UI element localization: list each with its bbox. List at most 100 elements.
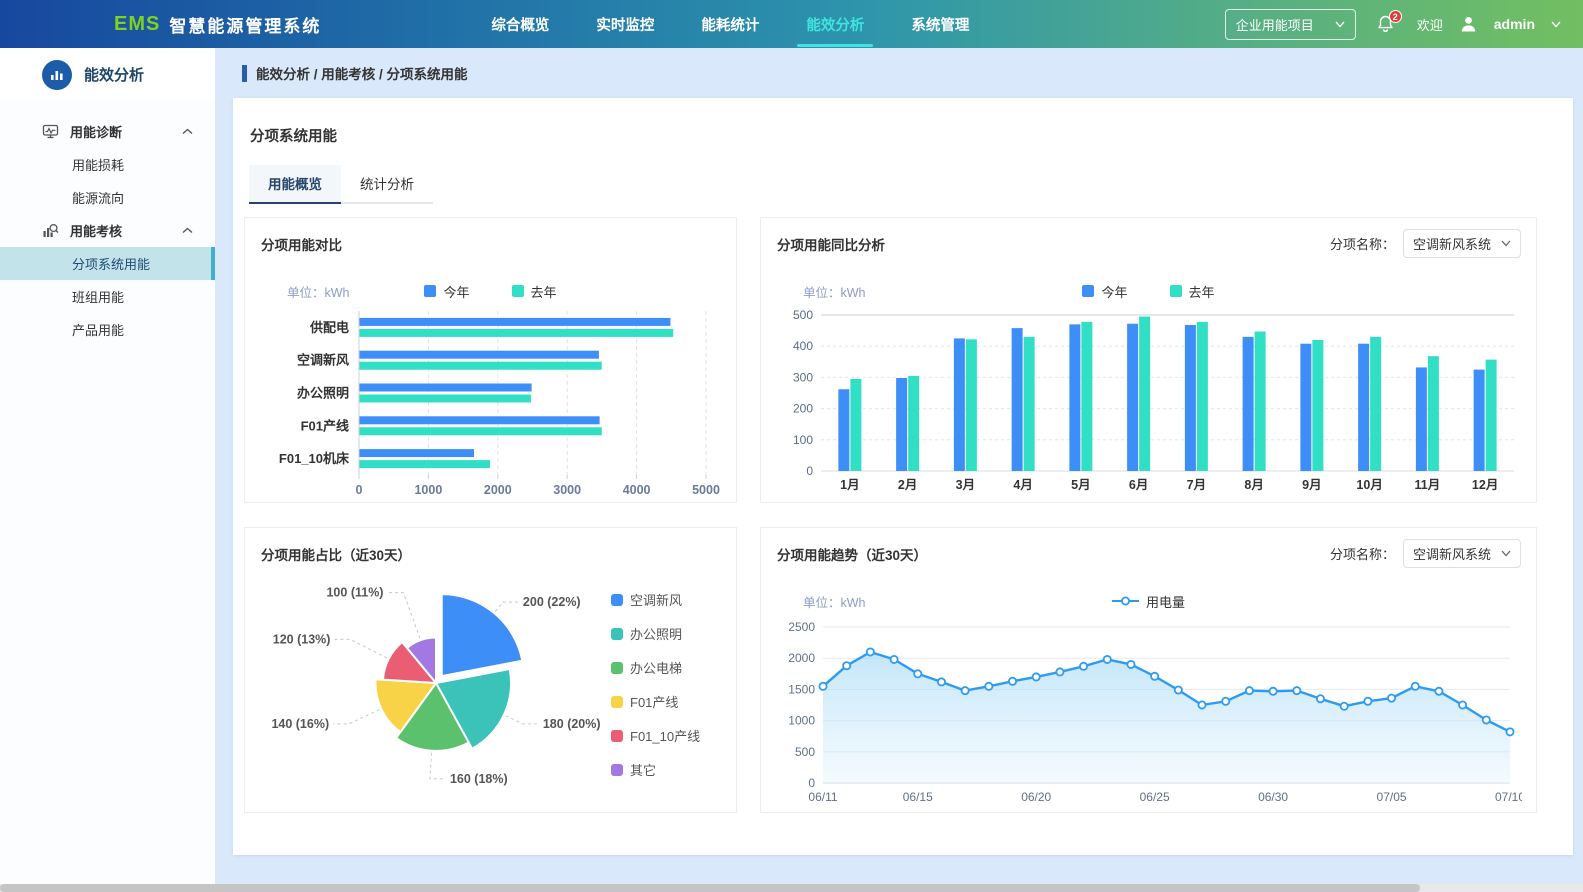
- sidebar-item-subsystem-energy[interactable]: 分项系统用能: [0, 247, 215, 280]
- legend-swatch: [512, 285, 524, 297]
- svg-text:12月: 12月: [1472, 478, 1498, 492]
- subitem-select[interactable]: 空调新风系统: [1403, 229, 1521, 258]
- logo-text: EMS: [114, 13, 160, 36]
- efficiency-analysis-icon: [42, 60, 72, 90]
- legend-label: 空调新风: [630, 590, 682, 609]
- notification-badge: 2: [1389, 10, 1402, 23]
- legend-swatch: [611, 662, 623, 674]
- project-select-value: 企业用能项目: [1236, 15, 1314, 34]
- app-logo: EMS 智慧能源管理系统: [114, 12, 321, 37]
- sidebar-group-label: 用能诊断: [70, 122, 122, 141]
- unit-label: 单位：kWh: [803, 282, 866, 301]
- project-select[interactable]: 企业用能项目: [1225, 9, 1356, 40]
- horizontal-scrollbar-thumb[interactable]: [0, 884, 1420, 892]
- svg-text:07/10: 07/10: [1495, 790, 1522, 804]
- nav-item-energy-stats[interactable]: 能耗统计: [701, 12, 759, 37]
- unit-label: 单位：kWh: [803, 592, 866, 611]
- svg-text:100 (11%): 100 (11%): [326, 586, 383, 600]
- svg-text:空调新风: 空调新风: [297, 353, 349, 368]
- chart-legend: 今年 去年: [1082, 282, 1214, 301]
- legend-electricity[interactable]: 用电量: [1112, 592, 1185, 611]
- svg-text:5月: 5月: [1071, 478, 1090, 492]
- legend-label: 用电量: [1146, 592, 1185, 611]
- sidebar-item-team-energy[interactable]: 班组用能: [0, 280, 215, 313]
- pie-legend: 空调新风办公照明办公电梯 F01产线 F01_10产线其它: [611, 568, 720, 801]
- pie-legend-item[interactable]: 其它: [611, 760, 720, 779]
- svg-text:1000: 1000: [414, 483, 442, 497]
- line-legend-marker-icon: [1112, 596, 1139, 606]
- sidebar-group-energy-diagnosis[interactable]: 用能诊断: [0, 115, 215, 148]
- svg-text:2000: 2000: [788, 651, 815, 665]
- select-label: 分项名称：: [1330, 544, 1395, 563]
- svg-text:06/15: 06/15: [903, 790, 933, 804]
- breadcrumb-text: 能效分析 / 用能考核 / 分项系统用能: [256, 63, 468, 83]
- pie-chart: 200 (22%)180 (20%)160 (18%)140 (16%)120 …: [261, 568, 611, 801]
- legend-swatch: [611, 730, 623, 742]
- svg-text:7月: 7月: [1187, 478, 1206, 492]
- panel-energy-compare: 分项用能对比 单位：kWh 今年 去年 010002000300: [244, 217, 737, 503]
- username[interactable]: admin: [1494, 16, 1535, 32]
- svg-text:140 (16%): 140 (16%): [271, 717, 329, 731]
- legend-label: F01产线: [630, 692, 678, 711]
- nav-item-efficiency-analysis[interactable]: 能效分析: [806, 12, 864, 37]
- svg-text:0: 0: [806, 464, 813, 478]
- tab-energy-overview[interactable]: 用能概览: [249, 165, 341, 204]
- legend-swatch: [611, 628, 623, 640]
- legend-label: 今年: [443, 282, 469, 301]
- legend-label: 去年: [531, 282, 557, 301]
- svg-text:4000: 4000: [623, 483, 651, 497]
- nav-item-realtime-monitor[interactable]: 实时监控: [596, 12, 654, 37]
- sidebar-item-energy-flow[interactable]: 能源流向: [0, 181, 215, 214]
- svg-text:1月: 1月: [840, 478, 859, 492]
- pie-legend-item[interactable]: F01产线: [611, 692, 720, 711]
- user-avatar-icon[interactable]: [1459, 15, 1478, 33]
- sidebar-item-energy-loss[interactable]: 用能损耗: [0, 148, 215, 181]
- chart-meta: 单位：kWh 用电量: [777, 591, 1520, 611]
- select-value: 空调新风系统: [1413, 544, 1491, 563]
- legend-label: 今年: [1101, 282, 1127, 301]
- legend-label: F01_10产线: [630, 726, 700, 745]
- subitem-select-group: 分项名称： 空调新风系统: [1330, 229, 1521, 258]
- svg-text:11月: 11月: [1415, 478, 1441, 492]
- panel-title: 分项用能对比: [261, 234, 720, 254]
- select-value: 空调新风系统: [1413, 234, 1491, 253]
- legend-label: 去年: [1189, 282, 1215, 301]
- panel-energy-trend: 分项用能趋势（近30天） 分项名称： 空调新风系统 单位：kWh: [760, 527, 1537, 813]
- sidebar-group-energy-assessment[interactable]: 用能考核: [0, 214, 215, 247]
- tab-bar: 用能概览 统计分析: [249, 165, 433, 204]
- notification-bell[interactable]: 2: [1376, 14, 1395, 34]
- line-chart: 0500100015002000250006/1106/1506/2006/25…: [777, 617, 1520, 814]
- chevron-down-icon: [1501, 240, 1511, 247]
- legend-this-year[interactable]: 今年: [424, 282, 469, 301]
- legend-last-year[interactable]: 去年: [1170, 282, 1215, 301]
- pie-legend-item[interactable]: 空调新风: [611, 590, 720, 609]
- legend-swatch: [611, 696, 623, 708]
- breadcrumb-accent-bar: [242, 65, 247, 82]
- legend-last-year[interactable]: 去年: [512, 282, 557, 301]
- svg-text:200 (22%): 200 (22%): [523, 595, 581, 609]
- horizontal-scrollbar[interactable]: [0, 884, 1583, 892]
- subitem-select[interactable]: 空调新风系统: [1403, 539, 1521, 568]
- nav-item-system-management[interactable]: 系统管理: [911, 12, 969, 37]
- vbar-chart: 01002003004005001月2月3月4月5月6月7月8月9月10月11月…: [777, 307, 1520, 502]
- panels-grid: 分项用能对比 单位：kWh 今年 去年 010002000300: [244, 217, 1537, 813]
- svg-text:4月: 4月: [1013, 478, 1032, 492]
- tab-statistical-analysis[interactable]: 统计分析: [341, 165, 433, 204]
- pie-legend-item[interactable]: 办公电梯: [611, 658, 720, 677]
- legend-label: 办公电梯: [630, 658, 682, 677]
- chart-legend: 今年 去年: [424, 282, 556, 301]
- sidebar-title: 能效分析: [84, 64, 144, 85]
- page-title: 分项系统用能: [233, 98, 1573, 146]
- pie-legend-item[interactable]: 办公照明: [611, 624, 720, 643]
- svg-text:2500: 2500: [788, 620, 815, 634]
- svg-text:0: 0: [356, 483, 363, 497]
- nav-item-overview[interactable]: 综合概览: [491, 12, 549, 37]
- legend-swatch: [1170, 285, 1182, 297]
- svg-text:3月: 3月: [956, 478, 975, 492]
- legend-swatch: [611, 594, 623, 606]
- legend-this-year[interactable]: 今年: [1082, 282, 1127, 301]
- user-menu-chevron-icon[interactable]: [1551, 21, 1561, 28]
- sidebar-group-label: 用能考核: [70, 221, 122, 240]
- sidebar-item-product-energy[interactable]: 产品用能: [0, 313, 215, 346]
- pie-legend-item[interactable]: F01_10产线: [611, 726, 720, 745]
